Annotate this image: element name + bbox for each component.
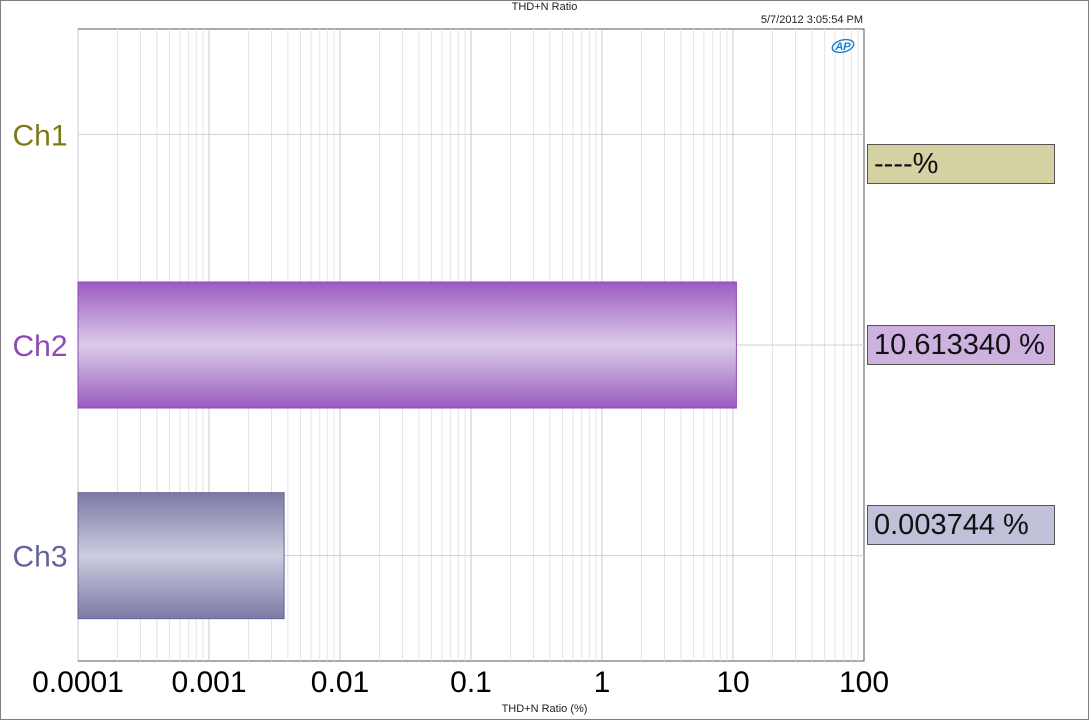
x-tick-label: 1 xyxy=(594,666,611,699)
x-tick-label: 0.0001 xyxy=(32,666,124,699)
x-tick-labels: 0.0001 0.001 0.01 0.1 1 10 100 xyxy=(32,666,889,699)
x-tick-label: 0.1 xyxy=(450,666,492,699)
x-tick-label: 100 xyxy=(839,666,889,699)
x-axis-label: THD+N Ratio (%) xyxy=(501,703,588,715)
category-label-ch3: Ch3 xyxy=(12,541,67,574)
x-tick-label: 0.001 xyxy=(171,666,246,699)
ap-logo-icon: AP xyxy=(830,37,856,60)
category-label-ch2: Ch2 xyxy=(12,330,67,363)
x-tick-label: 0.01 xyxy=(311,666,369,699)
bar-ch3 xyxy=(77,492,285,620)
readout-ch1: ----% xyxy=(867,144,1055,184)
x-tick-label: 10 xyxy=(716,666,749,699)
category-labels: Ch1 Ch2 Ch3 xyxy=(12,119,67,573)
readout-ch3: 0.003744 % xyxy=(867,505,1055,545)
bar-ch2 xyxy=(77,281,737,409)
logo-text: AP xyxy=(834,41,851,53)
readout-ch2: 10.613340 % xyxy=(867,325,1055,365)
category-label-ch1: Ch1 xyxy=(12,119,67,152)
